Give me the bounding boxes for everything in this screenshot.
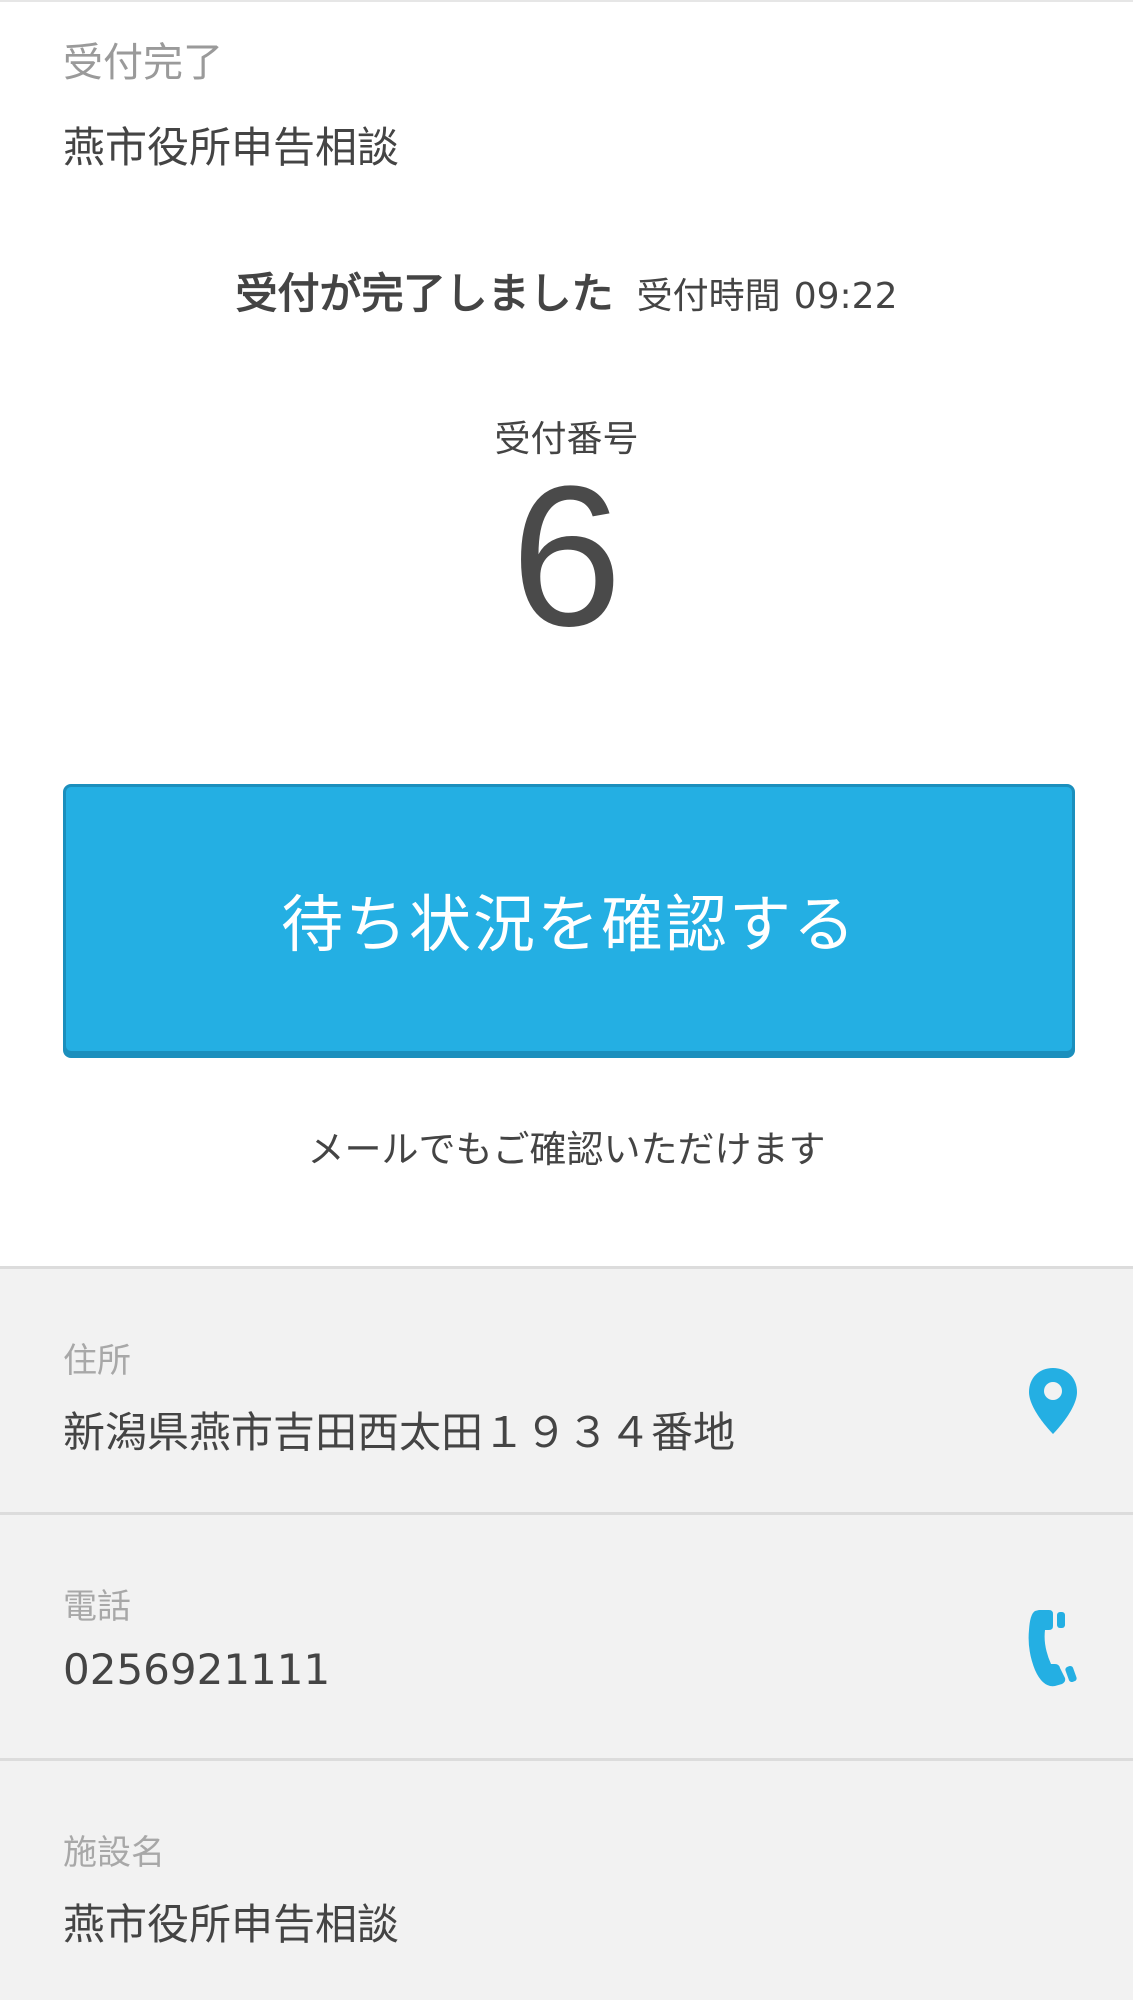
check-wait-status-button[interactable]: 待ち状況を確認する [63, 784, 1075, 1054]
reception-time-value: 09:22 [793, 276, 898, 317]
phone-value: 0256921111 [63, 1645, 331, 1694]
address-label: 住所 [63, 1341, 131, 1381]
facility-label: 施設名 [63, 1833, 165, 1873]
status-label: 受付完了 [63, 40, 223, 86]
info-section: 住所 新潟県燕市吉田西太田１９３４番地 電話 0256921111 施設名 燕市… [0, 1266, 1133, 2000]
complete-message: 受付が完了しました [235, 269, 614, 318]
facility-value: 燕市役所申告相談 [63, 1900, 400, 1949]
address-row: 住所 新潟県燕市吉田西太田１９３４番地 [0, 1269, 1133, 1515]
address-value: 新潟県燕市吉田西太田１９３４番地 [63, 1408, 736, 1457]
phone-icon[interactable] [1025, 1607, 1081, 1687]
check-wait-status-label: 待ち状況を確認する [280, 888, 857, 961]
mail-note: メールでもご確認いただけます [307, 1128, 826, 1171]
phone-row: 電話 0256921111 [0, 1515, 1133, 1761]
facility-title: 燕市役所申告相談 [63, 123, 400, 172]
facility-row: 施設名 燕市役所申告相談 [0, 1761, 1133, 2007]
phone-label: 電話 [63, 1587, 131, 1627]
complete-row: 受付が完了しました 受付時間 09:22 [0, 260, 1133, 321]
reception-number-value: 6 [510, 445, 623, 668]
map-pin-icon[interactable] [1025, 1361, 1081, 1441]
reception-time-label: 受付時間 [636, 276, 781, 317]
confirmation-section: 受付完了 燕市役所申告相談 受付が完了しました 受付時間 09:22 受付番号 … [0, 0, 1133, 1266]
